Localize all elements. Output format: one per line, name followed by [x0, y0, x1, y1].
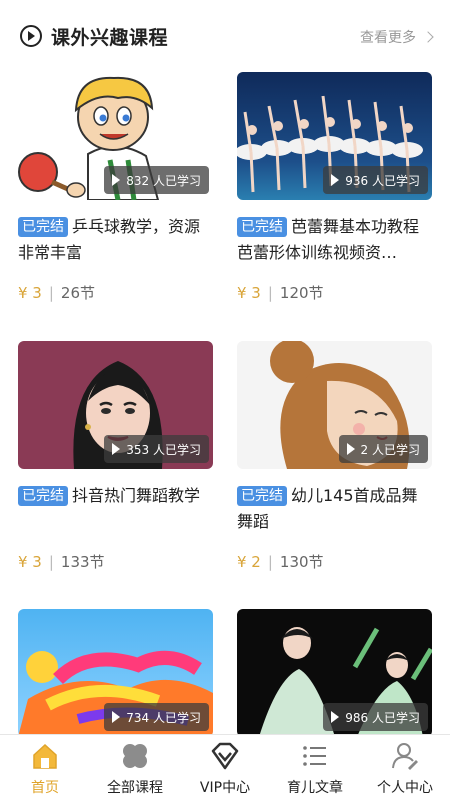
- course-card[interactable]: 353 人已学习 已完结 抖音热门舞蹈教学 ¥ 3 | 133节: [18, 341, 213, 572]
- divider: |: [48, 283, 54, 302]
- play-icon: [346, 443, 355, 455]
- tab-parenting-articles[interactable]: 育儿文章: [270, 735, 360, 800]
- lesson-count: 133节: [60, 553, 105, 571]
- diamond-icon: [210, 741, 240, 771]
- learner-count: 2 人已学习: [338, 435, 428, 463]
- course-title[interactable]: 已完结 抖音热门舞蹈教学: [18, 483, 213, 535]
- course-card[interactable]: 986 人已学习: [237, 609, 432, 737]
- tab-label: 个人中心: [377, 780, 433, 796]
- lesson-count: 120节: [279, 284, 324, 302]
- divider: |: [267, 283, 273, 302]
- status-badge: 已完结: [237, 486, 287, 506]
- view-more-link[interactable]: 查看更多: [360, 27, 434, 47]
- course-card[interactable]: 936 人已学习 已完结 芭蕾舞基本功教程 芭蕾形体训练视频资… ¥ 3 | 12…: [237, 72, 432, 303]
- status-badge: 已完结: [237, 217, 287, 237]
- course-title[interactable]: 已完结 乒乓球教学，资源非常丰富: [18, 214, 213, 266]
- tab-home[interactable]: 首页: [0, 735, 90, 800]
- course-thumbnail[interactable]: 734 人已学习: [18, 609, 213, 737]
- bottom-tab-bar: 首页 全部课程 VIP中心 育儿文章 个人中心: [0, 734, 450, 800]
- play-icon: [112, 443, 121, 455]
- course-price: ¥ 3: [18, 552, 42, 571]
- course-meta: ¥ 3 | 26节: [18, 282, 213, 303]
- tab-label: VIP中心: [199, 780, 251, 796]
- course-price: ¥ 2: [237, 552, 261, 571]
- tab-vip-center[interactable]: VIP中心: [180, 735, 270, 800]
- play-icon: [112, 174, 121, 186]
- play-icon: [112, 711, 121, 723]
- play-icon: [331, 174, 340, 186]
- status-badge: 已完结: [18, 217, 68, 237]
- tab-profile[interactable]: 个人中心: [360, 735, 450, 800]
- tab-label: 育儿文章: [287, 780, 343, 796]
- status-badge: 已完结: [18, 486, 68, 506]
- course-meta: ¥ 3 | 133节: [18, 551, 213, 572]
- clover-icon: [120, 741, 150, 771]
- course-card[interactable]: 832 人已学习 已完结 乒乓球教学，资源非常丰富 ¥ 3 | 26节: [18, 72, 213, 303]
- play-icon: [331, 711, 340, 723]
- course-thumbnail[interactable]: 832 人已学习: [18, 72, 213, 200]
- course-price: ¥ 3: [18, 283, 42, 302]
- divider: |: [267, 552, 273, 571]
- section-title: 课外兴趣课程: [51, 27, 169, 49]
- tab-label: 全部课程: [107, 780, 163, 796]
- learner-count: 734 人已学习: [104, 703, 209, 731]
- list-icon: [300, 741, 330, 771]
- learner-count: 936 人已学习: [323, 166, 428, 194]
- tab-label: 首页: [31, 780, 59, 796]
- home-icon: [30, 741, 60, 771]
- course-meta: ¥ 2 | 130节: [237, 551, 432, 572]
- course-title[interactable]: 已完结 幼儿145首成品舞舞蹈: [237, 483, 432, 535]
- course-card[interactable]: 2 人已学习 已完结 幼儿145首成品舞舞蹈 ¥ 2 | 130节: [237, 341, 432, 572]
- lesson-count: 130节: [279, 553, 324, 571]
- tab-all-courses[interactable]: 全部课程: [90, 735, 180, 800]
- chevron-right-icon: [422, 31, 434, 43]
- course-thumbnail[interactable]: 936 人已学习: [237, 72, 432, 200]
- learner-count: 832 人已学习: [104, 166, 209, 194]
- view-more-label: 查看更多: [360, 30, 416, 46]
- course-price: ¥ 3: [237, 283, 261, 302]
- learner-count: 986 人已学习: [323, 703, 428, 731]
- play-circle-icon: [20, 25, 42, 47]
- lesson-count: 26节: [60, 284, 96, 302]
- course-thumbnail[interactable]: 353 人已学习: [18, 341, 213, 469]
- learner-count: 353 人已学习: [104, 435, 209, 463]
- course-meta: ¥ 3 | 120节: [237, 282, 432, 303]
- divider: |: [48, 552, 54, 571]
- course-title[interactable]: 已完结 芭蕾舞基本功教程 芭蕾形体训练视频资…: [237, 214, 432, 266]
- course-card[interactable]: 734 人已学习: [18, 609, 213, 737]
- course-thumbnail[interactable]: 986 人已学习: [237, 609, 432, 737]
- section-header: 课外兴趣课程 查看更多: [0, 0, 450, 72]
- course-thumbnail[interactable]: 2 人已学习: [237, 341, 432, 469]
- user-icon: [390, 741, 420, 771]
